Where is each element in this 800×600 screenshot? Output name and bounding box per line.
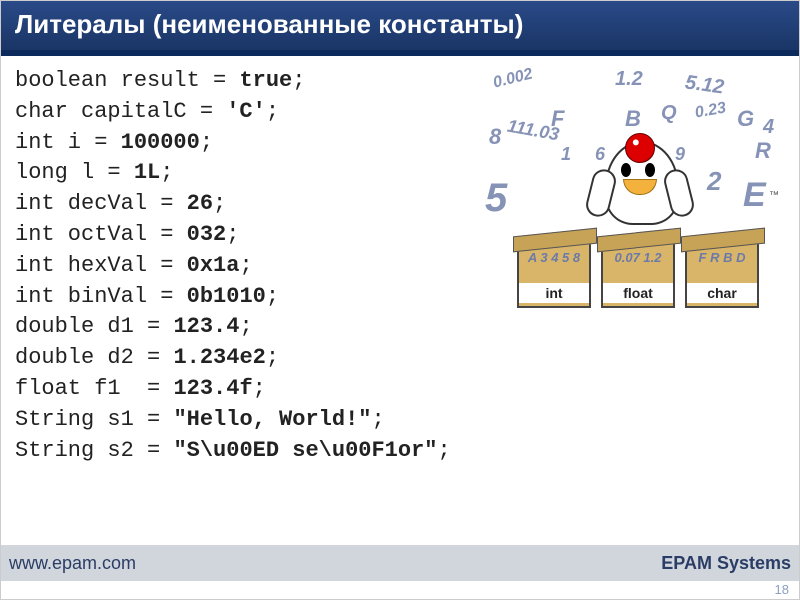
floater-text: E: [743, 176, 766, 215]
type-box-int: A 3 4 5 8 int: [517, 242, 591, 308]
floater-text: 1: [561, 144, 571, 165]
footer-brand: EPAM Systems: [661, 553, 791, 574]
code-line: char capitalC = 'C';: [15, 99, 279, 124]
code-line: float f1 = 123.4f;: [15, 376, 266, 401]
page-number: 18: [775, 582, 789, 597]
code-line: int hexVal = 0x1a;: [15, 253, 253, 278]
floater-text: 8: [489, 124, 501, 150]
code-line: long l = 1L;: [15, 160, 173, 185]
box-contents: F R B D: [687, 250, 757, 265]
slide: Литералы (неименованные константы) boole…: [0, 0, 800, 600]
mascot-scene: 0.002 1.2 5.12 8 F 111.03 B Q 0.23 G 4 1…: [485, 66, 785, 326]
code-line: int octVal = 032;: [15, 222, 239, 247]
floater-text: 0.23: [694, 99, 728, 122]
code-line: boolean result = true;: [15, 68, 305, 93]
type-box-float: 0.07 1.2 float: [601, 242, 675, 308]
code-line: double d2 = 1.234e2;: [15, 345, 279, 370]
illustration: 0.002 1.2 5.12 8 F 111.03 B Q 0.23 G 4 1…: [485, 66, 785, 326]
footer-url: www.epam.com: [9, 553, 136, 574]
box-label: float: [603, 283, 673, 303]
type-box-char: F R B D char: [685, 242, 759, 308]
floater-text: 5.12: [684, 71, 726, 99]
code-line: int i = 100000;: [15, 130, 213, 155]
slide-title: Литералы (неименованные константы): [1, 1, 799, 56]
floater-text: 0.002: [491, 65, 534, 92]
floater-text: 1.2: [615, 68, 643, 91]
box-contents: 0.07 1.2: [603, 250, 673, 265]
floater-text: R: [755, 138, 771, 164]
floater-text: G: [737, 106, 754, 132]
slide-footer: www.epam.com EPAM Systems: [1, 545, 799, 581]
code-block: boolean result = true; char capitalC = '…: [15, 66, 485, 466]
java-mascot-icon: [595, 121, 685, 231]
floater-text: 5: [485, 176, 507, 221]
code-line: int binVal = 0b1010;: [15, 284, 279, 309]
box-label: int: [519, 283, 589, 303]
code-line: String s1 = "Hello, World!";: [15, 407, 385, 432]
slide-content: boolean result = true; char capitalC = '…: [1, 56, 799, 466]
floater-text: 2: [707, 166, 721, 197]
code-line: int decVal = 26;: [15, 191, 226, 216]
code-line: double d1 = 123.4;: [15, 314, 253, 339]
trademark-icon: ™: [769, 190, 779, 201]
code-line: String s2 = "S\u00ED se\u00F1or";: [15, 438, 451, 463]
box-label: char: [687, 283, 757, 303]
box-contents: A 3 4 5 8: [519, 250, 589, 265]
floater-text: 4: [763, 116, 774, 139]
